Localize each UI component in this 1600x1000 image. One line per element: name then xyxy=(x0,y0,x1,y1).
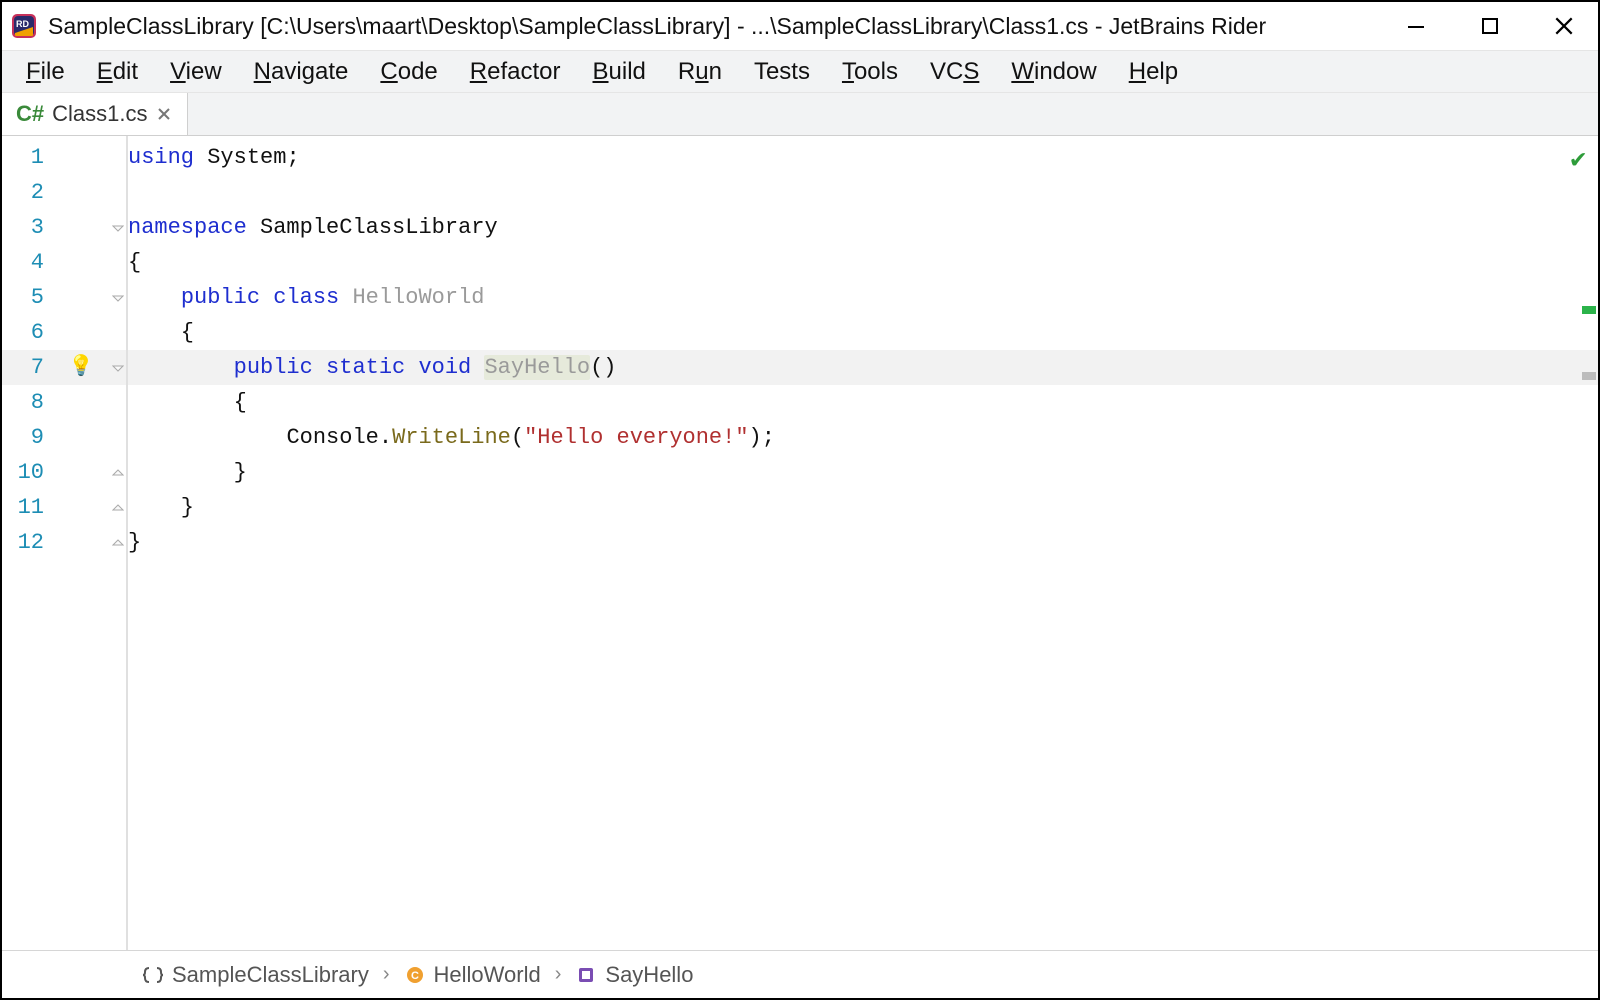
fold-toggle-icon[interactable] xyxy=(111,466,125,480)
breadcrumb-bar: SampleClassLibrary › C HelloWorld › SayH… xyxy=(2,950,1598,998)
code-line[interactable]: } xyxy=(128,490,1598,525)
line-number: 8 xyxy=(2,385,52,420)
namespace-icon xyxy=(142,964,164,986)
code-line-current[interactable]: public static void SayHello() xyxy=(128,350,1598,385)
fold-gutter xyxy=(110,136,128,950)
line-number-gutter: 1 2 3 4 5 6 7 8 9 10 11 12 xyxy=(2,136,52,950)
menu-edit[interactable]: Edit xyxy=(81,54,154,90)
menu-bar: File Edit View Navigate Code Refactor Bu… xyxy=(2,50,1598,92)
caret-marker-icon[interactable] xyxy=(1582,372,1596,380)
change-marker-icon[interactable] xyxy=(1582,306,1596,314)
line-number: 9 xyxy=(2,420,52,455)
code-line[interactable]: { xyxy=(128,385,1598,420)
window-minimize-button[interactable] xyxy=(1400,10,1432,42)
menu-file[interactable]: File xyxy=(10,54,81,90)
menu-vcs[interactable]: VCS xyxy=(914,54,995,90)
line-number: 11 xyxy=(2,490,52,525)
editor-tab-class1[interactable]: C# Class1.cs xyxy=(2,93,188,135)
breadcrumb-label: SampleClassLibrary xyxy=(172,962,369,988)
menu-navigate[interactable]: Navigate xyxy=(238,54,365,90)
code-line[interactable]: { xyxy=(128,315,1598,350)
svg-text:RD: RD xyxy=(16,19,29,29)
line-number: 2 xyxy=(2,175,52,210)
line-number: 7 xyxy=(2,350,52,385)
code-content[interactable]: ✔ using System; namespace SampleClassLib… xyxy=(128,136,1598,950)
close-tab-icon[interactable] xyxy=(155,105,173,123)
editor-tab-bar: C# Class1.cs xyxy=(2,92,1598,136)
window-close-button[interactable] xyxy=(1548,10,1580,42)
editor-tab-label: Class1.cs xyxy=(52,101,147,127)
lightbulb-icon[interactable]: 💡 xyxy=(69,350,94,385)
fold-toggle-icon[interactable] xyxy=(111,501,125,515)
menu-build[interactable]: Build xyxy=(577,54,662,90)
code-editor[interactable]: 1 2 3 4 5 6 7 8 9 10 11 12 💡 ✔ xyxy=(2,136,1598,950)
line-number: 12 xyxy=(2,525,52,560)
menu-window[interactable]: Window xyxy=(995,54,1112,90)
code-line[interactable]: } xyxy=(128,525,1598,560)
window-maximize-button[interactable] xyxy=(1474,10,1506,42)
svg-text:C: C xyxy=(411,970,419,982)
code-line[interactable]: { xyxy=(128,245,1598,280)
line-number: 5 xyxy=(2,280,52,315)
chevron-right-icon: › xyxy=(383,963,390,986)
breadcrumb-label: SayHello xyxy=(605,962,693,988)
menu-help[interactable]: Help xyxy=(1113,54,1194,90)
csharp-file-icon: C# xyxy=(16,101,44,127)
line-number: 4 xyxy=(2,245,52,280)
window-title: SampleClassLibrary [C:\Users\maart\Deskt… xyxy=(48,13,1400,40)
method-icon xyxy=(575,964,597,986)
line-number: 1 xyxy=(2,140,52,175)
code-line[interactable]: Console.WriteLine("Hello everyone!"); xyxy=(128,420,1598,455)
code-line[interactable]: namespace SampleClassLibrary xyxy=(128,210,1598,245)
breadcrumb-class[interactable]: C HelloWorld xyxy=(404,962,541,988)
menu-tools[interactable]: Tools xyxy=(826,54,914,90)
line-number: 6 xyxy=(2,315,52,350)
menu-run[interactable]: Run xyxy=(662,54,738,90)
code-line[interactable]: using System; xyxy=(128,140,1598,175)
line-number: 10 xyxy=(2,455,52,490)
menu-code[interactable]: Code xyxy=(364,54,453,90)
breadcrumb-namespace[interactable]: SampleClassLibrary xyxy=(142,962,369,988)
fold-toggle-icon[interactable] xyxy=(111,536,125,550)
menu-tests[interactable]: Tests xyxy=(738,54,826,90)
title-bar: RD SampleClassLibrary [C:\Users\maart\De… xyxy=(2,2,1598,50)
icon-gutter: 💡 xyxy=(52,136,110,950)
fold-toggle-icon[interactable] xyxy=(111,361,125,375)
fold-toggle-icon[interactable] xyxy=(111,291,125,305)
code-line[interactable]: public class HelloWorld xyxy=(128,280,1598,315)
breadcrumb-method[interactable]: SayHello xyxy=(575,962,693,988)
code-line[interactable] xyxy=(128,175,1598,210)
class-icon: C xyxy=(404,964,426,986)
menu-view[interactable]: View xyxy=(154,54,238,90)
line-number: 3 xyxy=(2,210,52,245)
chevron-right-icon: › xyxy=(555,963,562,986)
error-stripe[interactable] xyxy=(1582,136,1596,950)
fold-toggle-icon[interactable] xyxy=(111,221,125,235)
rider-app-icon: RD xyxy=(10,12,38,40)
breadcrumb-label: HelloWorld xyxy=(434,962,541,988)
code-line[interactable]: } xyxy=(128,455,1598,490)
menu-refactor[interactable]: Refactor xyxy=(454,54,577,90)
